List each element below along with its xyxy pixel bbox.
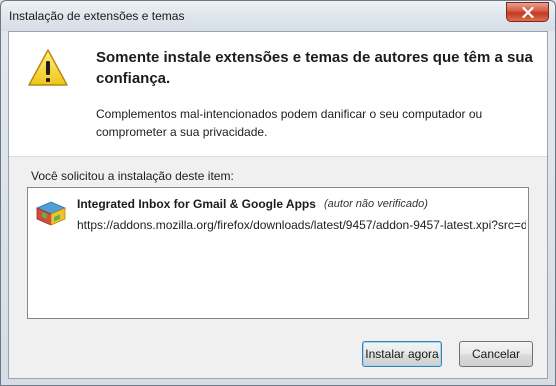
warning-header: Somente instale extensões e temas de aut… (9, 32, 547, 156)
dialog-content: Somente instale extensões e temas de aut… (8, 31, 548, 379)
install-dialog-window: Instalação de extensões e temas Somente … (0, 0, 556, 386)
addon-author-note: (autor não verificado) (324, 198, 428, 210)
request-label: Você solicitou a instalação deste item: (31, 169, 234, 183)
warning-description: Complementos mal-intencionados podem dan… (96, 107, 483, 139)
window-title: Instalação de extensões e temas (9, 9, 185, 23)
divider (9, 156, 547, 157)
close-button[interactable] (506, 2, 549, 22)
addon-name: Integrated Inbox for Gmail & Google Apps (77, 197, 316, 211)
addon-puzzle-icon (35, 201, 67, 226)
warning-headline: Somente instale extensões e temas de aut… (96, 49, 533, 87)
addon-list[interactable]: Integrated Inbox for Gmail & Google Apps… (27, 187, 529, 319)
list-item[interactable]: Integrated Inbox for Gmail & Google Apps… (28, 188, 528, 238)
close-icon (521, 6, 534, 18)
cancel-button[interactable]: Cancelar (459, 341, 533, 367)
install-now-button[interactable]: Instalar agora (362, 341, 442, 367)
title-bar[interactable]: Instalação de extensões e temas (1, 1, 555, 31)
addon-url: https://addons.mozilla.org/firefox/downl… (77, 218, 526, 232)
warning-icon (28, 49, 68, 86)
